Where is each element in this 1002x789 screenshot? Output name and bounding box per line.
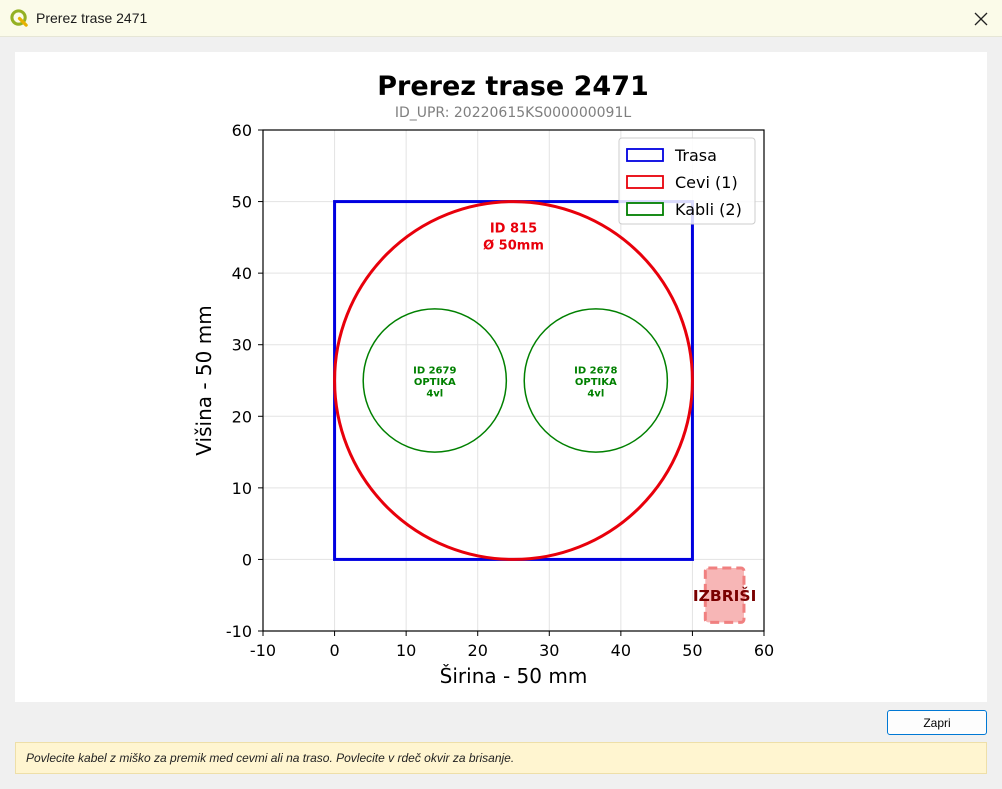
x-tick-label: 30 xyxy=(539,641,559,660)
x-tick-label: 50 xyxy=(682,641,702,660)
delete-label: IZBRIŠI xyxy=(693,586,756,605)
x-tick-label: 0 xyxy=(329,641,339,660)
cable-label: 4vl xyxy=(426,389,443,400)
cross-section-chart[interactable]: Prerez trase 2471 ID_UPR: 20220615KS00000… xyxy=(15,52,987,702)
close-button[interactable] xyxy=(960,0,1002,37)
window-titlebar: Prerez trase 2471 xyxy=(0,0,1002,37)
pipe-diameter-label: Ø 50mm xyxy=(483,239,544,254)
x-axis-label: Širina - 50 mm xyxy=(440,664,588,688)
y-tick-label: 60 xyxy=(232,121,252,140)
chart-title: Prerez trase 2471 xyxy=(377,71,649,102)
y-tick-label: 10 xyxy=(232,479,252,498)
y-tick-label: 0 xyxy=(242,550,252,569)
legend-label: Cevi (1) xyxy=(675,173,738,192)
chart-subtitle: ID_UPR: 20220615KS000000091L xyxy=(395,105,632,121)
y-axis-label: Višina - 50 mm xyxy=(192,305,216,455)
pipe-id-label: ID 815 xyxy=(490,222,537,237)
close-dialog-button[interactable]: Zapri xyxy=(887,710,987,735)
y-tick-label: 20 xyxy=(232,407,252,426)
x-tick-label: 60 xyxy=(754,641,774,660)
legend-label: Trasa xyxy=(674,146,717,165)
status-hint: Povlecite kabel z miško za premik med ce… xyxy=(15,742,987,774)
x-tick-label: -10 xyxy=(250,641,276,660)
window-title: Prerez trase 2471 xyxy=(36,10,148,26)
cable-label: ID 2678 xyxy=(574,366,617,377)
legend-label: Kabli (2) xyxy=(675,200,742,219)
y-tick-label: 30 xyxy=(232,336,252,355)
y-tick-label: 40 xyxy=(232,264,252,283)
x-tick-label: 20 xyxy=(468,641,488,660)
cable-label: ID 2679 xyxy=(413,366,456,377)
close-icon xyxy=(974,12,988,25)
x-tick-label: 10 xyxy=(396,641,416,660)
y-tick-label: 50 xyxy=(232,193,252,212)
qgis-icon xyxy=(10,9,28,27)
status-hint-text: Povlecite kabel z miško za premik med ce… xyxy=(26,751,515,765)
x-tick-label: 40 xyxy=(611,641,631,660)
y-tick-label: -10 xyxy=(226,622,252,641)
cable-label: OPTIKA xyxy=(414,377,456,388)
cable-label: OPTIKA xyxy=(575,377,617,388)
trasa-rectangle xyxy=(333,200,694,561)
pipe-circle xyxy=(333,200,694,561)
cable-label: 4vl xyxy=(587,389,604,400)
plot-canvas[interactable]: Prerez trase 2471 ID_UPR: 20220615KS00000… xyxy=(15,52,987,702)
